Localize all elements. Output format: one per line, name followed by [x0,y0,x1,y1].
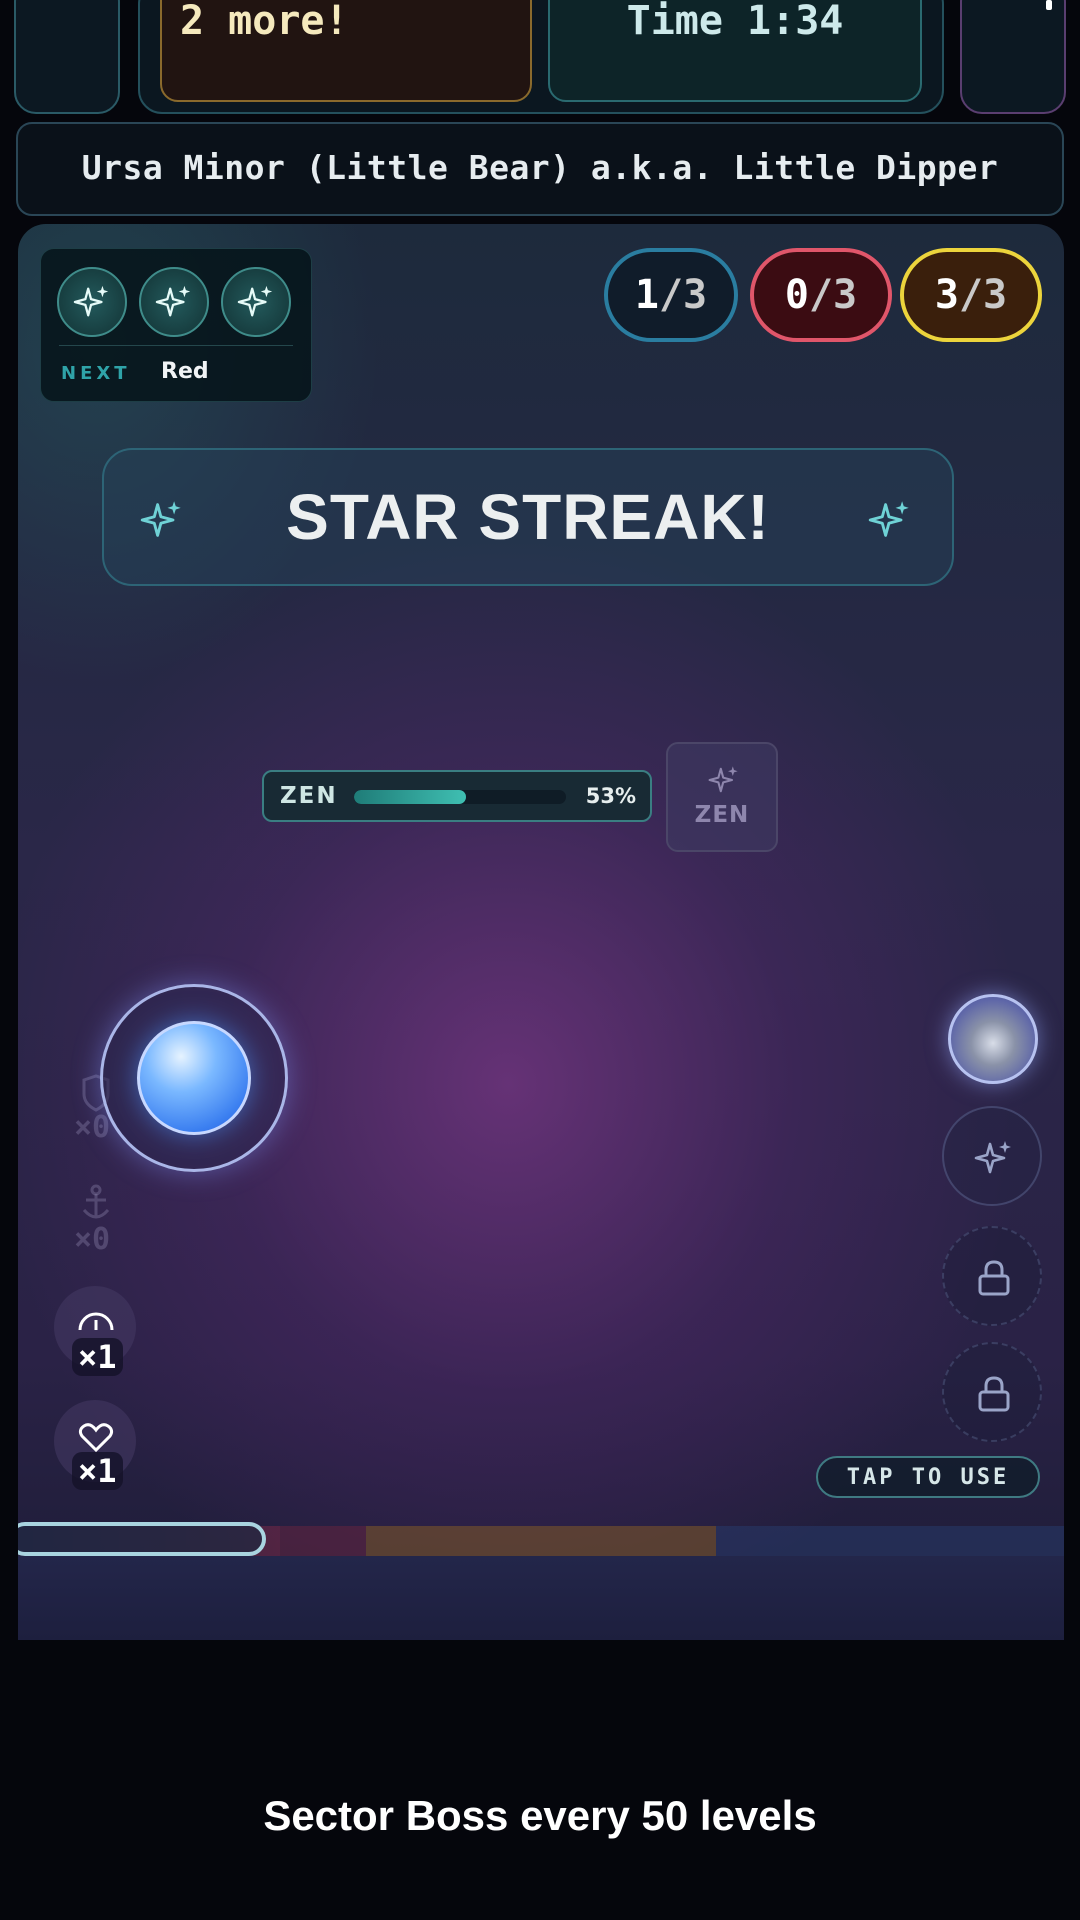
heart-powerup[interactable]: ×1 [54,1400,136,1490]
constellation-banner: Ursa Minor (Little Bear) a.k.a. Little D… [16,122,1064,216]
blue-progress-total: /3 [658,272,708,318]
game-board[interactable]: NEXT Red 1/3 0/3 3/3 STAR STREAK! ZEN 53… [18,224,1064,1640]
lower-strip [18,1556,1064,1640]
sparkle-ability-button[interactable] [942,1106,1042,1206]
locked-slot[interactable] [942,1226,1042,1326]
zen-button[interactable]: ZEN [666,742,778,852]
next-color: Red [161,359,209,384]
zen-button-label: ZEN [694,802,750,828]
anchor-count: ×0 [74,1222,111,1257]
blue-progress-count: 1 [634,272,659,318]
track-segment [280,1526,366,1556]
sparkle-icon [57,267,127,337]
timer-text: Time 1:34 [626,0,844,44]
menu-icon [1046,0,1052,10]
sparkle-icon [974,1141,1011,1174]
zen-label: ZEN [280,783,338,809]
player-orb[interactable] [137,1021,251,1135]
combo-card: NEXT Red [40,248,312,402]
divider [59,345,293,346]
lock-icon [978,1376,1010,1412]
constellation-name: Ursa Minor (Little Bear) a.k.a. Little D… [81,148,999,187]
zen-track [354,790,566,804]
track-segment [366,1526,716,1556]
tap-to-use-button[interactable]: TAP TO USE [816,1456,1040,1498]
next-label: NEXT [61,363,131,384]
streak-text: STAR STREAK! [286,481,770,553]
blue-progress-pill: 1/3 [604,248,738,342]
sparkle-icon [221,267,291,337]
zen-meter: ZEN 53% [262,770,652,822]
heart-count: ×1 [72,1452,123,1490]
sparkle-icon [708,766,738,793]
hud-right-panel[interactable] [960,0,1066,114]
red-progress-total: /3 [808,272,858,318]
moon-orb-icon[interactable] [948,994,1038,1084]
gold-progress-count: 3 [934,272,959,318]
caption: Sector Boss every 50 levels [263,1792,817,1839]
remaining-counter: 2 more! [160,0,532,102]
paddle-slider[interactable] [18,1522,266,1556]
sparkle-icon [868,501,909,537]
shield-count: ×0 [74,1110,111,1145]
joystick[interactable] [100,984,288,1172]
gold-progress-total: /3 [958,272,1008,318]
zen-fill [354,790,467,804]
timer: Time 1:34 [548,0,922,102]
lock-icon [978,1260,1010,1296]
locked-slot[interactable] [942,1342,1042,1442]
sparkle-icon [139,267,209,337]
red-progress-count: 0 [784,272,809,318]
anchor-powerup[interactable]: ×0 [54,1182,136,1264]
red-progress-pill: 0/3 [750,248,892,342]
remaining-counter-text: 2 more! [180,0,349,44]
streak-banner: STAR STREAK! [102,448,954,586]
zen-percent: 53% [585,784,636,808]
gauge-count: ×1 [72,1338,123,1376]
gold-progress-pill: 3/3 [900,248,1042,342]
track-segment [716,1526,1064,1556]
gauge-powerup[interactable]: ×1 [54,1286,136,1376]
hud-left-panel [14,0,120,114]
